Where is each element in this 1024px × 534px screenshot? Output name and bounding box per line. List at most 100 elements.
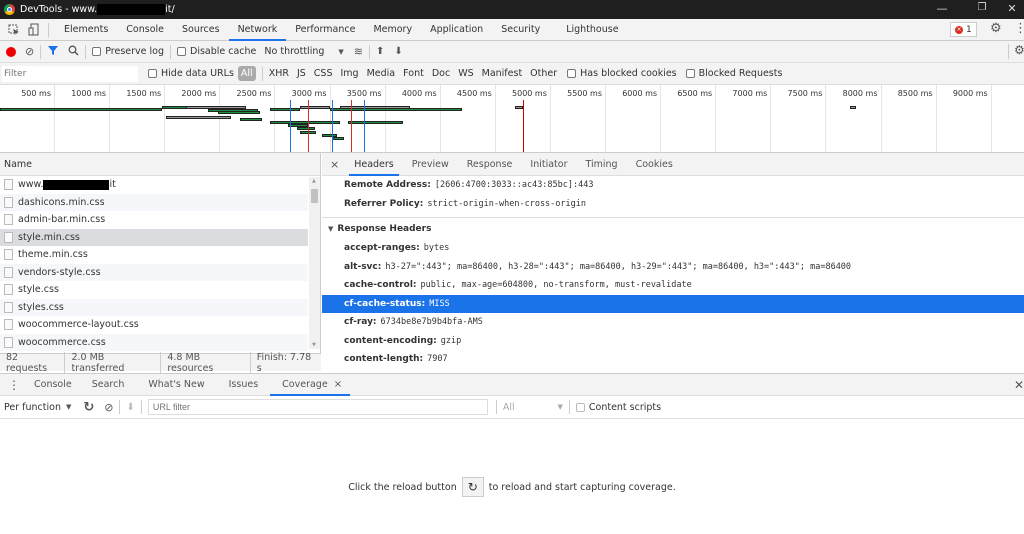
- header-key: cache-control:: [344, 280, 417, 290]
- preserve-log-checkbox[interactable]: [92, 47, 102, 56]
- coverage-type-select[interactable]: Per function ▼: [4, 402, 71, 413]
- close-tab-icon[interactable]: ×: [334, 379, 342, 390]
- header-value: bytes: [423, 243, 450, 253]
- header-row[interactable]: content-length: 7907: [322, 350, 1024, 369]
- drawer-tab-coverage[interactable]: Coverage ×: [268, 373, 352, 396]
- header-row[interactable]: cf-ray: 6734be8e7b9b4bfa-AMS: [322, 313, 1024, 332]
- scrollbar-thumb[interactable]: [311, 189, 318, 203]
- tab-performance[interactable]: Performance: [286, 19, 364, 41]
- request-row[interactable]: woocommerce-layout.css: [0, 316, 308, 334]
- separator: [495, 400, 497, 414]
- type-filter-css[interactable]: CSS: [310, 68, 337, 79]
- tab-response[interactable]: Response: [458, 153, 522, 176]
- tab-console[interactable]: Console: [117, 19, 173, 41]
- request-list-scrollbar[interactable]: ▲ ▼: [309, 177, 320, 349]
- import-har-icon[interactable]: ⬆: [376, 46, 384, 57]
- content-type-select[interactable]: All ▼: [503, 402, 563, 413]
- request-row[interactable]: vendors-style.css: [0, 263, 308, 281]
- clear-coverage-icon[interactable]: ⊘: [104, 401, 113, 414]
- drawer-tab-issues[interactable]: Issues: [215, 373, 269, 396]
- tab-elements[interactable]: Elements: [55, 19, 117, 41]
- url-filter-input[interactable]: [147, 399, 488, 415]
- type-filter-ws[interactable]: WS: [454, 68, 477, 79]
- response-headers-section[interactable]: ▼ Response Headers: [322, 217, 1024, 239]
- settings-gear-icon[interactable]: ⚙: [990, 21, 1002, 36]
- tab-initiator[interactable]: Initiator: [521, 153, 576, 176]
- resources-size: 4.8 MB resources: [161, 351, 251, 374]
- disable-cache-checkbox[interactable]: [177, 47, 186, 56]
- device-toolbar-icon[interactable]: [26, 23, 42, 36]
- header-row[interactable]: content-encoding: gzip: [322, 332, 1024, 351]
- tab-headers[interactable]: Headers: [345, 153, 403, 176]
- header-value: 6734be8e7b9b4bfa-AMS: [380, 317, 483, 327]
- type-filter-value: All: [502, 401, 515, 413]
- type-filter-manifest[interactable]: Manifest: [478, 68, 527, 79]
- close-detail-icon[interactable]: ×: [322, 158, 345, 171]
- tab-application[interactable]: Application: [421, 19, 492, 41]
- close-window-button[interactable]: ✕: [1002, 2, 1022, 15]
- header-row-selected[interactable]: cf-cache-status: MISS: [322, 294, 1024, 313]
- has-blocked-cookies-checkbox[interactable]: [567, 69, 577, 78]
- error-count-badge[interactable]: × 1: [950, 22, 977, 37]
- type-filter-other[interactable]: Other: [526, 68, 561, 79]
- request-row[interactable]: admin-bar.min.css: [0, 211, 308, 229]
- tab-lighthouse[interactable]: Lighthouse: [557, 19, 627, 41]
- name-column-header[interactable]: Name: [0, 153, 320, 176]
- reload-icon[interactable]: ↻: [83, 400, 94, 415]
- header-key: cf-ray:: [344, 317, 377, 327]
- restore-button[interactable]: ❐: [972, 2, 992, 13]
- blocked-requests-checkbox[interactable]: [685, 69, 695, 78]
- filter-input[interactable]: [2, 65, 138, 82]
- type-filter-all[interactable]: All: [237, 66, 256, 81]
- tab-sources[interactable]: Sources: [173, 19, 229, 41]
- network-overview-timeline[interactable]: 500 ms 1000 ms 1500 ms 2000 ms 2500 ms 3000 m…: [0, 85, 1024, 153]
- export-har-icon[interactable]: ⬇: [394, 46, 402, 57]
- scroll-down-arrow-icon[interactable]: ▼: [312, 342, 316, 348]
- request-row[interactable]: theme.min.css: [0, 246, 308, 264]
- request-row[interactable]: woocommerce.css: [0, 333, 308, 351]
- header-row[interactable]: accept-ranges: bytes: [322, 239, 1024, 258]
- tab-network[interactable]: Network: [228, 19, 287, 41]
- tab-memory[interactable]: Memory: [364, 19, 421, 41]
- search-icon[interactable]: [68, 45, 79, 59]
- request-row[interactable]: styles.css: [0, 298, 308, 316]
- type-filter-media[interactable]: Media: [363, 68, 400, 79]
- network-filter-bar: Hide data URLs All XHR JS CSS Img Media …: [0, 63, 1024, 85]
- drawer-tab-whats-new[interactable]: What's New: [134, 373, 214, 396]
- drawer-tabs: ⋮ Console Search What's New Issues Cover…: [0, 373, 1024, 396]
- tab-preview[interactable]: Preview: [403, 153, 458, 176]
- clear-icon[interactable]: ⊘: [25, 45, 34, 58]
- type-filter-doc[interactable]: Doc: [428, 68, 454, 79]
- filter-funnel-icon[interactable]: [47, 45, 59, 59]
- hide-data-urls-checkbox[interactable]: [148, 69, 157, 78]
- type-filter-xhr[interactable]: XHR: [265, 68, 293, 79]
- inspect-element-icon[interactable]: [6, 24, 22, 36]
- file-icon: [4, 266, 13, 278]
- type-filter-img[interactable]: Img: [337, 68, 363, 79]
- drawer-menu-icon[interactable]: ⋮: [0, 378, 24, 392]
- type-filter-js[interactable]: JS: [293, 68, 310, 79]
- disable-cache-label: Disable cache: [190, 46, 257, 57]
- drawer-tab-search[interactable]: Search: [82, 373, 135, 396]
- tab-timing[interactable]: Timing: [576, 153, 626, 176]
- record-button[interactable]: [6, 46, 16, 57]
- content-scripts-checkbox[interactable]: [575, 402, 585, 412]
- network-conditions-icon[interactable]: ≋: [354, 45, 363, 58]
- request-row[interactable]: style.css: [0, 281, 308, 299]
- minimize-button[interactable]: —: [932, 2, 952, 15]
- request-row-selected[interactable]: style.min.css: [0, 228, 308, 246]
- tab-security[interactable]: Security: [492, 19, 549, 41]
- more-options-icon[interactable]: ⋮: [1014, 21, 1024, 36]
- request-row[interactable]: dashicons.min.css: [0, 193, 308, 211]
- drawer-tab-console[interactable]: Console: [24, 373, 82, 396]
- request-row-document[interactable]: www. it: [0, 176, 308, 194]
- network-settings-gear-icon[interactable]: ⚙: [1014, 43, 1024, 57]
- scroll-up-arrow-icon[interactable]: ▲: [312, 178, 316, 184]
- header-row[interactable]: alt-svc: h3-27=":443"; ma=86400, h3-28=":…: [322, 258, 1024, 277]
- throttling-select[interactable]: No throttling ▼: [264, 46, 343, 57]
- inline-reload-button[interactable]: ↻: [461, 477, 484, 497]
- close-drawer-icon[interactable]: ✕: [1014, 378, 1024, 392]
- type-filter-font[interactable]: Font: [399, 68, 428, 79]
- header-row[interactable]: cache-control: public, max-age=604800, no…: [322, 276, 1024, 295]
- tab-cookies[interactable]: Cookies: [627, 153, 682, 176]
